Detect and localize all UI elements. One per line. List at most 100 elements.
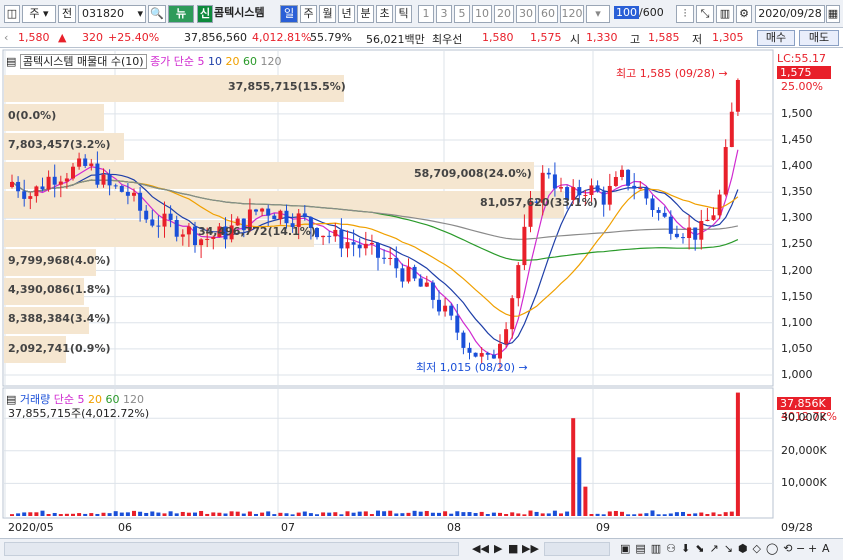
minus-icon[interactable]: − [796, 542, 805, 555]
market-select[interactable]: 주 ▾ [22, 5, 56, 23]
scroll-prev-icon[interactable]: ▶ [494, 542, 502, 555]
candle [430, 282, 435, 300]
volume-bar [479, 511, 484, 516]
volume-bar [241, 513, 246, 516]
line-tool-icon[interactable]: ⤡ [696, 5, 714, 23]
bid-price: 1,575 [530, 31, 562, 44]
volume-bar [485, 514, 490, 516]
candle [376, 242, 380, 258]
candle [559, 187, 563, 189]
code-input[interactable]: 031820 ▾ [78, 5, 146, 23]
volume-bar [193, 512, 197, 516]
candle [107, 174, 112, 186]
stock-chart[interactable] [0, 48, 843, 538]
num-5[interactable]: 5 [454, 5, 470, 23]
candle [552, 174, 557, 189]
profile-label: 34,496,772(14.1%) [198, 225, 316, 238]
gear-icon[interactable]: ⚙ [736, 5, 752, 23]
candle [455, 315, 460, 333]
price-tick: 1,500 [781, 106, 813, 120]
window-icon[interactable]: ◫ [4, 5, 20, 23]
volume-bar [284, 513, 289, 516]
panels-icon[interactable]: ▥ [716, 5, 734, 23]
candle-type-icon[interactable]: ⫶ [676, 5, 694, 23]
candle [668, 216, 673, 234]
volume-bar [583, 486, 588, 516]
num-20[interactable]: 20 [494, 5, 514, 23]
num-1[interactable]: 1 [418, 5, 434, 23]
new-badge[interactable]: 뉴 [168, 5, 194, 23]
scroll-next-icon[interactable]: ▶▶ [522, 542, 539, 555]
plus-icon[interactable]: + [808, 542, 817, 555]
candle [193, 226, 197, 246]
count-field[interactable]: 100/600 [614, 5, 672, 23]
period-week[interactable]: 주 [300, 5, 317, 23]
code-value: 031820 [82, 7, 124, 20]
period-minute[interactable]: 분 [357, 5, 374, 23]
sell-button[interactable]: 매도 [799, 30, 839, 46]
volume-bar [552, 510, 557, 516]
profile-label: 8,388,384(3.4%) [8, 312, 111, 325]
scroll-first-icon[interactable]: ◀◀ [472, 542, 489, 555]
candle [168, 213, 173, 220]
candle [46, 176, 51, 190]
profile-label: 2,092,741(0.9%) [8, 342, 111, 355]
dropdown-icon[interactable]: ▾ [586, 5, 610, 23]
candle [699, 221, 704, 240]
volume-bar [64, 513, 69, 516]
volume-bar [406, 512, 411, 516]
num-60[interactable]: 60 [538, 5, 558, 23]
volume-bar [327, 512, 332, 516]
candle [339, 229, 344, 249]
period-tick[interactable]: 틱 [395, 5, 412, 23]
num-3[interactable]: 3 [436, 5, 452, 23]
change-rate: +25.40% [108, 31, 160, 44]
num-120[interactable]: 120 [560, 5, 584, 23]
scrollbar[interactable] [4, 542, 459, 556]
candle [144, 210, 149, 220]
price-legend: ▤ 콤텍시스템 매물대 수(10) 종가 단순 5 10 20 60 120 [6, 53, 282, 69]
candle [601, 191, 606, 205]
profile-legend[interactable]: 콤텍시스템 매물대 수(10) [19, 54, 147, 69]
tool-icons[interactable]: ▣▤▥⚇⬇⬊↗↘⬢◇◯⟲ [620, 542, 798, 555]
price-tick: 1,150 [781, 289, 813, 303]
low-price: 1,305 [712, 31, 744, 44]
candle [345, 242, 350, 249]
candle [199, 239, 204, 246]
calendar-icon[interactable]: ▦ [826, 5, 840, 23]
num-30[interactable]: 30 [516, 5, 536, 23]
prev-button[interactable]: 전 [58, 5, 76, 23]
volume-bar [607, 511, 612, 516]
x-tick: 2020/05 [8, 521, 54, 534]
volume-rate: 4,012.81% [252, 31, 312, 44]
date-field[interactable]: 2020/09/28 [755, 5, 825, 23]
search-icon[interactable]: 🔍 [148, 5, 166, 23]
volume-bar [345, 511, 350, 516]
candle [449, 305, 454, 316]
period-year[interactable]: 년 [338, 5, 355, 23]
volume-bar [217, 512, 222, 516]
volume-bar [247, 511, 252, 516]
period-day[interactable]: 일 [280, 5, 298, 23]
candle [461, 332, 466, 348]
arrow-left-icon[interactable]: ‹ [4, 31, 8, 44]
period-second[interactable]: 초 [376, 5, 393, 23]
font-size-icon[interactable]: A [822, 542, 830, 555]
period-month[interactable]: 월 [319, 5, 336, 23]
stop-icon[interactable]: ■ [508, 542, 518, 555]
zoom-slider[interactable] [544, 542, 610, 556]
volume-bar [559, 513, 563, 516]
candle [101, 174, 106, 185]
ma5-legend: 5 [197, 55, 205, 68]
candle [687, 227, 692, 239]
volume-bar [504, 514, 509, 516]
candle [418, 278, 423, 287]
candle [412, 266, 417, 279]
num-10[interactable]: 10 [472, 5, 492, 23]
volume-bar [150, 511, 155, 516]
volume-bar [449, 513, 454, 516]
buy-button[interactable]: 매수 [757, 30, 795, 46]
volume-bar [125, 512, 130, 516]
volume-bar [711, 512, 716, 516]
profile-label: 4,390,086(1.8%) [8, 283, 111, 296]
